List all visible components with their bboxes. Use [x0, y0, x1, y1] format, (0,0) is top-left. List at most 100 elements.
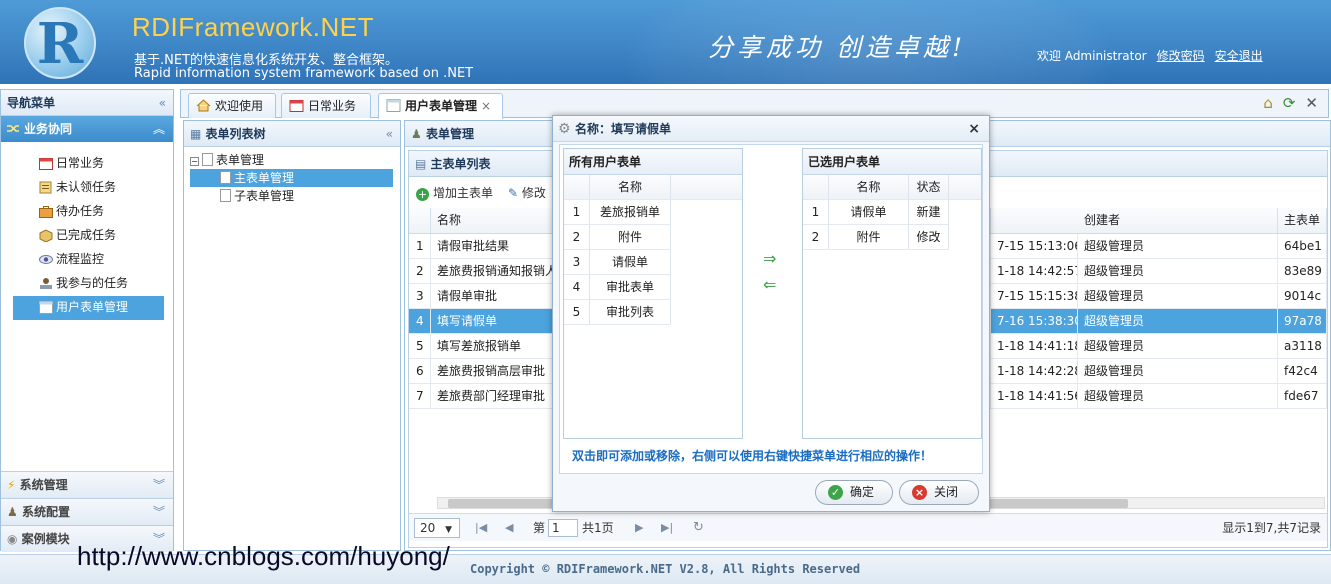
all-forms-title: 所有用户表单 — [564, 149, 742, 175]
grid-header-creator[interactable]: 创建者 — [1078, 208, 1278, 233]
chevron-down-icon: ▼ — [445, 525, 453, 535]
tab-user-form-management[interactable]: 用户表单管理 × — [378, 93, 503, 119]
tree-node-sub-form[interactable]: 子表单管理 — [190, 187, 400, 205]
page-size-select[interactable]: 20 ▼ — [414, 518, 460, 538]
brand-slogan: 分享成功 创造卓越! — [708, 33, 966, 62]
change-password-link[interactable]: 修改密码 — [1157, 49, 1205, 63]
clipboard-icon — [39, 181, 52, 194]
nav-item-unclaimed-tasks[interactable]: 未认领任务 — [13, 176, 164, 200]
eye-icon — [39, 255, 53, 264]
form-tree: − 表单管理 主表单管理 子表单管理 — [184, 147, 400, 205]
user-form-dialog: ⚙ 名称：填写请假单 × 所有用户表单 名称 1 差旅报销单 2 附件 3 请假单 4 审批表… — [552, 115, 990, 512]
ok-label: 确定 — [850, 485, 875, 499]
first-page-icon[interactable]: |◀ — [475, 514, 487, 542]
ok-button[interactable]: ✓ 确定 — [815, 480, 893, 505]
list-item[interactable]: 1 差旅报销单 — [564, 200, 671, 225]
row-id: 83e89 — [1278, 259, 1327, 283]
nav-item-todo-tasks[interactable]: 待办任务 — [13, 200, 164, 224]
all-forms-header-pad — [671, 175, 743, 199]
expand-icon[interactable]: ︾ — [153, 499, 165, 525]
next-page-icon[interactable]: ▶ — [635, 514, 643, 542]
tab-label: 日常业务 — [308, 99, 357, 113]
accordion-system-config[interactable]: ♟ 系统配置 ︾ — [1, 498, 173, 525]
add-to-selected-arrow[interactable]: ⇒ — [763, 249, 776, 268]
dialog-body: 所有用户表单 名称 1 差旅报销单 2 附件 3 请假单 4 审批表单 5 审批列表 ⇒ ⇐ 已选… — [559, 144, 983, 474]
list-item[interactable]: 2 附件 修改 — [803, 225, 949, 250]
refresh-icon[interactable]: ↻ — [693, 514, 704, 542]
home-icon[interactable]: ⌂ — [1263, 94, 1273, 112]
row-index: 1 — [409, 234, 431, 258]
prev-page-icon[interactable]: ◀ — [505, 514, 513, 542]
row-time: 1-18 14:41:18 — [991, 334, 1078, 358]
tree-node-main-form[interactable]: 主表单管理 — [190, 169, 393, 187]
nav-item-daily-business[interactable]: 日常业务 — [13, 152, 164, 176]
grid-pager: 20 ▼ |◀ ◀ 第 1 共1页 ▶ ▶| ↻ 显示1到7,共7记录 — [409, 513, 1327, 541]
main-form-list-title: 主表单列表 — [430, 157, 491, 171]
accordion-system-management[interactable]: ⚡ 系统管理 ︾ — [1, 471, 173, 498]
selected-forms-body: 1 请假单 新建 2 附件 修改 — [803, 200, 981, 250]
nav-item-completed-tasks[interactable]: 已完成任务 — [13, 224, 164, 248]
row-creator: 超级管理员 — [1078, 309, 1278, 333]
tree-panel-title: 表单列表树 — [205, 127, 266, 141]
list-item[interactable]: 3 请假单 — [564, 250, 671, 275]
nav-item-label: 日常业务 — [56, 156, 105, 170]
list-item-name: 审批列表 — [590, 300, 671, 324]
lightning-icon: ⚡ — [7, 478, 16, 492]
list-item-index: 1 — [564, 200, 590, 224]
remove-from-selected-arrow[interactable]: ⇐ — [763, 275, 776, 294]
page-label-pre: 第 — [533, 521, 546, 535]
dialog-close-icon[interactable]: × — [968, 116, 980, 142]
list-item[interactable]: 2 附件 — [564, 225, 671, 250]
logout-link[interactable]: 安全退出 — [1215, 49, 1263, 63]
list-item[interactable]: 5 审批列表 — [564, 300, 671, 325]
row-index: 7 — [409, 384, 431, 408]
list-item-name: 附件 — [590, 225, 671, 249]
list-item[interactable]: 1 请假单 新建 — [803, 200, 949, 225]
document-icon — [220, 171, 231, 184]
nav-item-label: 未认领任务 — [56, 180, 117, 194]
page-number-input[interactable]: 1 — [548, 519, 578, 537]
row-creator: 超级管理员 — [1078, 334, 1278, 358]
collapse-toggle-icon[interactable]: − — [190, 157, 199, 166]
tree-node-root[interactable]: − 表单管理 — [190, 151, 400, 169]
briefcase-icon — [39, 206, 53, 218]
edit-button[interactable]: ✎ 修改 — [508, 180, 546, 206]
close-label: 关闭 — [934, 485, 959, 499]
selected-forms-header-name: 名称 — [829, 175, 909, 199]
row-index: 3 — [409, 284, 431, 308]
list-item[interactable]: 4 审批表单 — [564, 275, 671, 300]
tab-tools: ⌂ ⟳ ✕ — [1253, 94, 1318, 112]
row-time: 1-18 14:42:28 — [991, 359, 1078, 383]
calendar-icon — [39, 158, 53, 170]
grid-header-main-table[interactable]: 主表单 — [1278, 208, 1327, 233]
collapse-icon[interactable]: « — [386, 121, 393, 147]
tab-welcome[interactable]: 欢迎使用 — [188, 93, 276, 118]
nav-collapse-icon[interactable]: « — [159, 90, 166, 116]
accordion-business-collab[interactable]: 业务协同 ︽ — [1, 116, 173, 142]
package-icon — [39, 229, 53, 242]
close-button[interactable]: × 关闭 — [899, 480, 979, 505]
selected-forms-header-status: 状态 — [909, 175, 949, 199]
add-main-form-button[interactable]: + 增加主表单 — [416, 180, 493, 206]
nav-item-user-form-management[interactable]: 用户表单管理 — [13, 296, 164, 320]
accordion-collapse-icon[interactable]: ︽ — [153, 116, 165, 142]
nav-item-process-monitor[interactable]: 流程监控 — [13, 248, 164, 272]
accordion-label: 系统管理 — [19, 478, 68, 492]
brand-subtitle-en: Rapid information system framework based… — [134, 66, 474, 81]
row-creator: 超级管理员 — [1078, 234, 1278, 258]
list-item-index: 1 — [803, 200, 829, 224]
welcome-text: 欢迎 Administrator — [1037, 49, 1147, 63]
nav-item-label: 已完成任务 — [56, 228, 117, 242]
expand-icon[interactable]: ︾ — [153, 472, 165, 498]
pencil-icon: ✎ — [508, 186, 519, 200]
refresh-icon[interactable]: ⟳ — [1283, 94, 1296, 112]
list-item-index: 4 — [564, 275, 590, 299]
close-icon[interactable]: ✕ — [1305, 94, 1318, 112]
page-total-label: 共1页 — [582, 521, 614, 535]
nav-item-my-tasks[interactable]: 我参与的任务 — [13, 272, 164, 296]
nav-item-label: 待办任务 — [56, 204, 105, 218]
tab-daily-business[interactable]: 日常业务× — [281, 93, 371, 137]
row-creator: 超级管理员 — [1078, 359, 1278, 383]
close-icon[interactable]: × — [481, 99, 491, 113]
last-page-icon[interactable]: ▶| — [661, 514, 673, 542]
